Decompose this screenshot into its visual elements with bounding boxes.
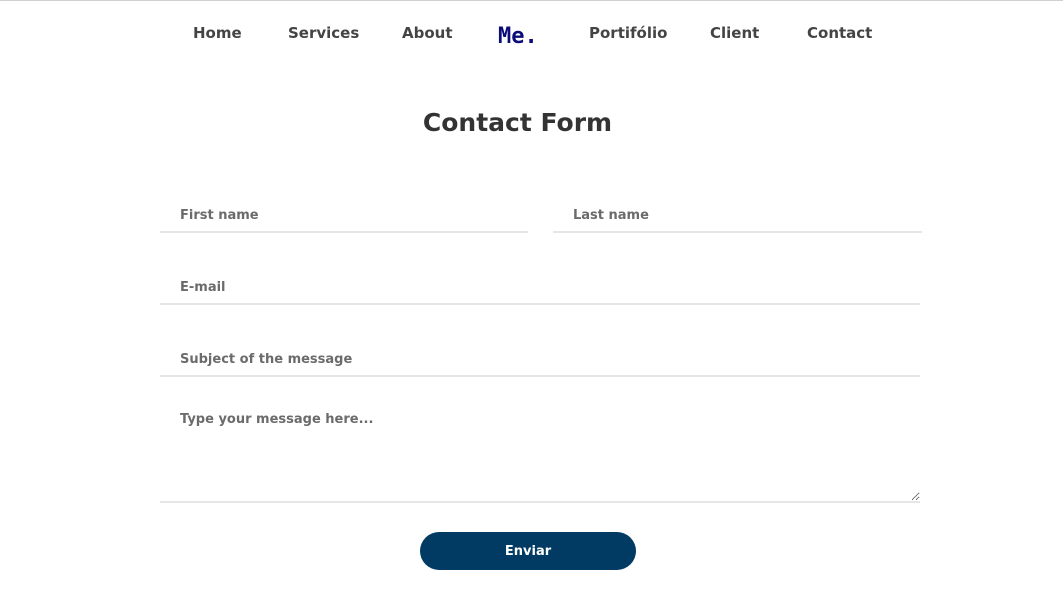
nav-link-about[interactable]: About — [402, 24, 453, 42]
site-logo[interactable]: Me. — [498, 24, 538, 49]
nav-link-contact[interactable]: Contact — [807, 24, 872, 42]
last-name-input[interactable] — [553, 200, 922, 233]
email-input[interactable] — [160, 272, 920, 305]
page-title: Contact Form — [422, 108, 613, 137]
first-name-input[interactable] — [160, 200, 528, 233]
nav-link-client[interactable]: Client — [710, 24, 759, 42]
submit-button[interactable]: Enviar — [420, 532, 636, 570]
subject-input[interactable] — [160, 344, 920, 377]
nav-link-portfolio[interactable]: Portifólio — [589, 24, 667, 42]
nav-link-home[interactable]: Home — [193, 24, 242, 42]
message-textarea[interactable] — [160, 402, 920, 503]
nav-link-services[interactable]: Services — [288, 24, 359, 42]
main-navigation: Home Services About Me. Portifólio Clien… — [0, 0, 1063, 70]
